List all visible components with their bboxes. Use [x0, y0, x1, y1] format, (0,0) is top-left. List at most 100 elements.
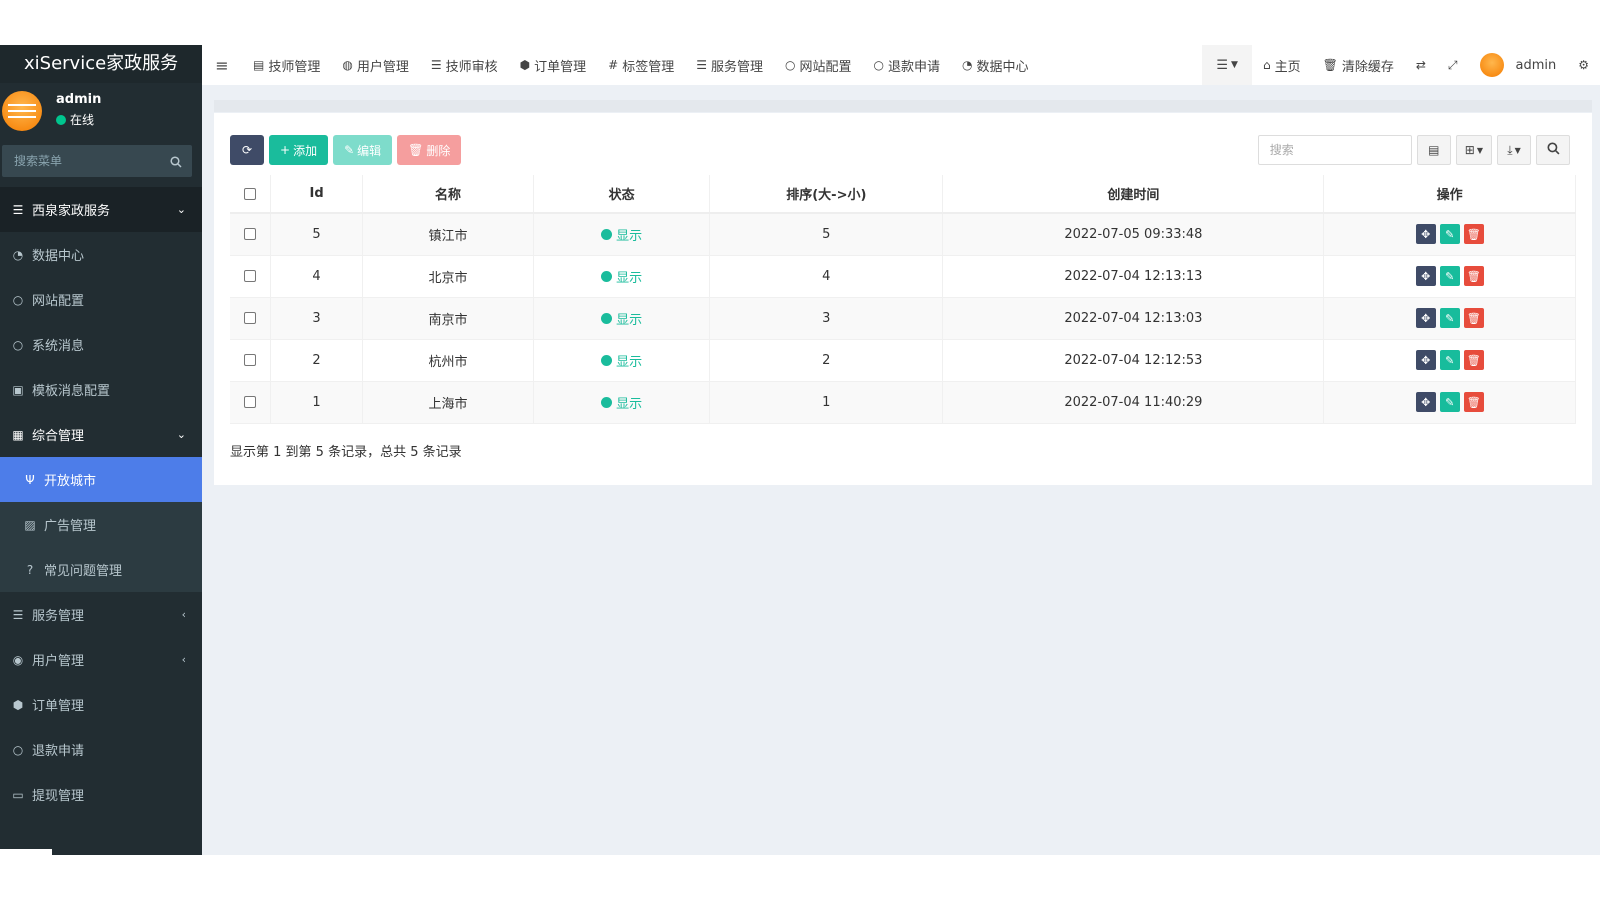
top-nav-tab[interactable]: ☰ 服务管理: [685, 45, 774, 85]
status-badge[interactable]: 显示: [601, 351, 642, 370]
column-header[interactable]: 操作: [1323, 175, 1576, 214]
home-link[interactable]: ⌂ 主页: [1252, 45, 1312, 85]
row-checkbox[interactable]: [244, 312, 257, 324]
cell-status: 显示: [533, 297, 711, 340]
row-delete-button[interactable]: 🗑: [1463, 224, 1484, 245]
nav-more-dropdown[interactable]: ☰ ▼: [1202, 45, 1252, 85]
table-row[interactable]: 3 南京市 显示 3 2022-07-04 12:13:03 ✥ ✎ 🗑: [230, 297, 1576, 340]
top-nav-tab-label: 网站配置: [799, 59, 852, 75]
row-edit-button[interactable]: ✎: [1439, 350, 1460, 370]
top-nav-tab[interactable]: ○ 网站配置: [774, 45, 863, 85]
fork-icon: Ψ: [25, 472, 35, 487]
columns-dropdown[interactable]: ⊞ ▼: [1455, 135, 1492, 165]
top-nav-tab[interactable]: ◍ 用户管理: [331, 45, 420, 85]
export-icon: ⤓: [1507, 142, 1513, 157]
sidebar-item[interactable]: ⬢ 订单管理: [0, 682, 202, 727]
status-badge[interactable]: 显示: [601, 393, 642, 412]
row-delete-button[interactable]: 🗑: [1463, 266, 1484, 286]
cell-id: 3: [270, 297, 363, 340]
export-dropdown[interactable]: ⤓ ▼: [1497, 135, 1531, 165]
drag-sort-button[interactable]: ✥: [1415, 350, 1436, 370]
search-icon[interactable]: [170, 153, 182, 172]
delete-button[interactable]: 🗑 删除: [397, 135, 462, 165]
drag-sort-button[interactable]: ✥: [1415, 308, 1436, 328]
sidebar-item[interactable]: ? 常见问题管理: [0, 547, 202, 592]
column-header[interactable]: 排序(大->小): [709, 175, 944, 214]
sidebar-item[interactable]: ▦ 综合管理 ⌄: [0, 412, 202, 457]
edit-label: 编辑: [357, 143, 382, 158]
column-header[interactable]: Id: [270, 175, 363, 214]
drag-sort-button[interactable]: ✥: [1415, 224, 1436, 245]
list-icon: ☰: [12, 607, 24, 622]
language-button[interactable]: ⇄: [1405, 45, 1437, 85]
status-badge[interactable]: 显示: [601, 225, 642, 244]
advanced-search-button[interactable]: [1536, 135, 1570, 165]
row-delete-button[interactable]: 🗑: [1463, 350, 1484, 370]
sidebar-item[interactable]: ◔ 数据中心: [0, 232, 202, 277]
row-edit-button[interactable]: ✎: [1439, 308, 1460, 328]
drag-sort-button[interactable]: ✥: [1415, 392, 1436, 412]
admin-menu[interactable]: admin: [1469, 45, 1568, 85]
sidebar-item[interactable]: ☰ 服务管理 ‹: [0, 592, 202, 637]
row-edit-button[interactable]: ✎: [1439, 392, 1460, 412]
column-header[interactable]: 名称: [362, 175, 535, 214]
user-status: 在线: [56, 111, 202, 128]
sidebar-item[interactable]: ○ 系统消息: [0, 322, 202, 367]
menu-search-input[interactable]: [2, 145, 192, 177]
top-nav-tab[interactable]: ▤ 技师管理: [242, 45, 331, 85]
top-nav-tab[interactable]: ☰ 技师审核: [420, 45, 509, 85]
settings-button[interactable]: ⚙: [1567, 45, 1600, 85]
toggle-view-button[interactable]: ▤: [1416, 135, 1451, 165]
table-row[interactable]: 4 北京市 显示 4 2022-07-04 12:13:13 ✥ ✎ 🗑: [230, 255, 1576, 298]
row-checkbox[interactable]: [244, 270, 257, 282]
table-body: 5 镇江市 显示 5 2022-07-05 09:33:48 ✥ ✎ 🗑 4 北京市 显示 4 2022…: [230, 213, 1576, 424]
row-checkbox[interactable]: [244, 228, 257, 241]
row-edit-button[interactable]: ✎: [1439, 224, 1460, 245]
top-nav-tab[interactable]: ⬢ 订单管理: [509, 45, 598, 85]
edit-button[interactable]: ✎ 编辑: [333, 135, 393, 165]
refresh-button[interactable]: ⟳: [230, 135, 264, 165]
clear-cache-button[interactable]: 🗑 清除缓存: [1312, 45, 1405, 85]
menu-toggle-icon[interactable]: ≡: [202, 56, 242, 75]
sidebar-item[interactable]: Ψ 开放城市: [0, 457, 202, 502]
sidebar-item[interactable]: ▭ 提现管理: [0, 772, 202, 817]
row-edit-button[interactable]: ✎: [1439, 266, 1460, 286]
header-checkbox-cell: [230, 175, 272, 214]
sidebar-item[interactable]: ◉ 用户管理 ‹: [0, 637, 202, 682]
grid-icon: ▦: [12, 427, 24, 442]
column-header[interactable]: 状态: [533, 175, 711, 214]
table-row[interactable]: 2 杭州市 显示 2 2022-07-04 12:12:53 ✥ ✎ 🗑: [230, 339, 1576, 382]
row-checkbox[interactable]: [244, 396, 257, 408]
row-checkbox[interactable]: [244, 354, 257, 366]
drag-sort-button[interactable]: ✥: [1415, 266, 1436, 286]
status-label: 显示: [616, 312, 643, 328]
status-badge[interactable]: 显示: [601, 309, 642, 328]
app-logo[interactable]: xiService家政服务: [0, 45, 202, 83]
table-row[interactable]: 5 镇江市 显示 5 2022-07-05 09:33:48 ✥ ✎ 🗑: [230, 213, 1576, 256]
sidebar-item[interactable]: ☰ 西泉家政服务 ⌄: [0, 187, 202, 232]
top-nav-tab[interactable]: ○ 退款申请: [863, 45, 952, 85]
sidebar-item[interactable]: ▨ 广告管理: [0, 502, 202, 547]
list-icon: ☰: [1216, 57, 1229, 73]
top-nav-tab[interactable]: ◔ 数据中心: [951, 45, 1040, 85]
top-nav-tab-label: 服务管理: [710, 59, 763, 75]
row-delete-button[interactable]: 🗑: [1463, 392, 1484, 412]
sidebar-item-label: 服务管理: [32, 609, 85, 624]
table-row[interactable]: 1 上海市 显示 1 2022-07-04 11:40:29 ✥ ✎ 🗑: [230, 381, 1576, 424]
add-button[interactable]: + 添加: [269, 135, 329, 165]
select-all-checkbox[interactable]: [244, 187, 257, 200]
sidebar-item[interactable]: ▣ 模板消息配置: [0, 367, 202, 412]
cube-icon: ⬢: [12, 697, 24, 712]
top-nav-tab[interactable]: # 标签管理: [597, 45, 685, 85]
sidebar-item[interactable]: ○ 网站配置: [0, 277, 202, 322]
sidebar-item[interactable]: ○ 退款申请: [0, 727, 202, 772]
table-search-input[interactable]: [1257, 135, 1412, 165]
row-delete-button[interactable]: 🗑: [1463, 308, 1484, 328]
cell-created: 2022-07-04 11:40:29: [942, 381, 1325, 424]
status-badge[interactable]: 显示: [601, 267, 642, 286]
row-checkbox-cell: [230, 297, 272, 340]
column-header[interactable]: 创建时间: [942, 175, 1325, 214]
fullscreen-button[interactable]: ⤢: [1437, 45, 1469, 85]
cell-sort: 3: [709, 297, 944, 340]
top-nav-tabs: ▤ 技师管理 ◍ 用户管理 ☰ 技师审核 ⬢ 订单管理 # 标签管理 ☰ 服务管理 ○ 网站配置 ○ 退款申请…: [242, 45, 1040, 85]
